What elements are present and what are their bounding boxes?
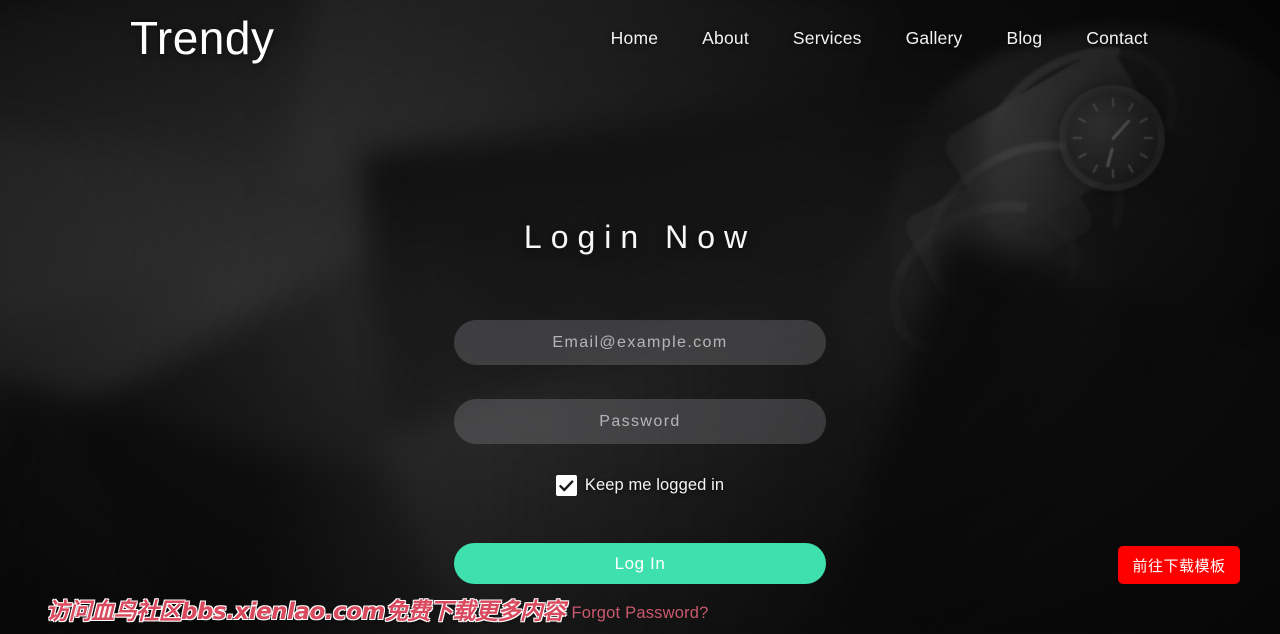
background-photo (0, 0, 1280, 634)
login-button[interactable]: Log In (454, 543, 826, 584)
brand-logo[interactable]: Trendy (130, 15, 274, 61)
email-input[interactable] (454, 320, 826, 365)
nav-item-gallery[interactable]: Gallery (906, 28, 963, 49)
nav-item-services[interactable]: Services (793, 28, 862, 49)
password-input[interactable] (454, 399, 826, 444)
watch-face (1066, 92, 1158, 184)
login-page: Trendy Home About Services Gallery Blog … (0, 0, 1280, 634)
page-title: Login Now (523, 219, 757, 255)
checkmark-icon (559, 479, 574, 491)
keep-logged-in-label[interactable]: Keep me logged in (585, 476, 724, 495)
nav-item-contact[interactable]: Contact (1086, 28, 1148, 49)
main-navigation: Home About Services Gallery Blog Contact (611, 28, 1148, 49)
nav-item-blog[interactable]: Blog (1006, 28, 1042, 49)
download-template-button[interactable]: 前往下载模板 (1118, 546, 1240, 584)
nav-item-about[interactable]: About (702, 28, 749, 49)
site-header: Trendy Home About Services Gallery Blog … (0, 0, 1280, 76)
nav-item-home[interactable]: Home (611, 28, 658, 49)
forgot-password-link[interactable]: Forgot Password? (0, 604, 1280, 623)
keep-logged-in-checkbox[interactable] (555, 475, 577, 496)
keep-logged-in-row: Keep me logged in (0, 475, 1280, 496)
